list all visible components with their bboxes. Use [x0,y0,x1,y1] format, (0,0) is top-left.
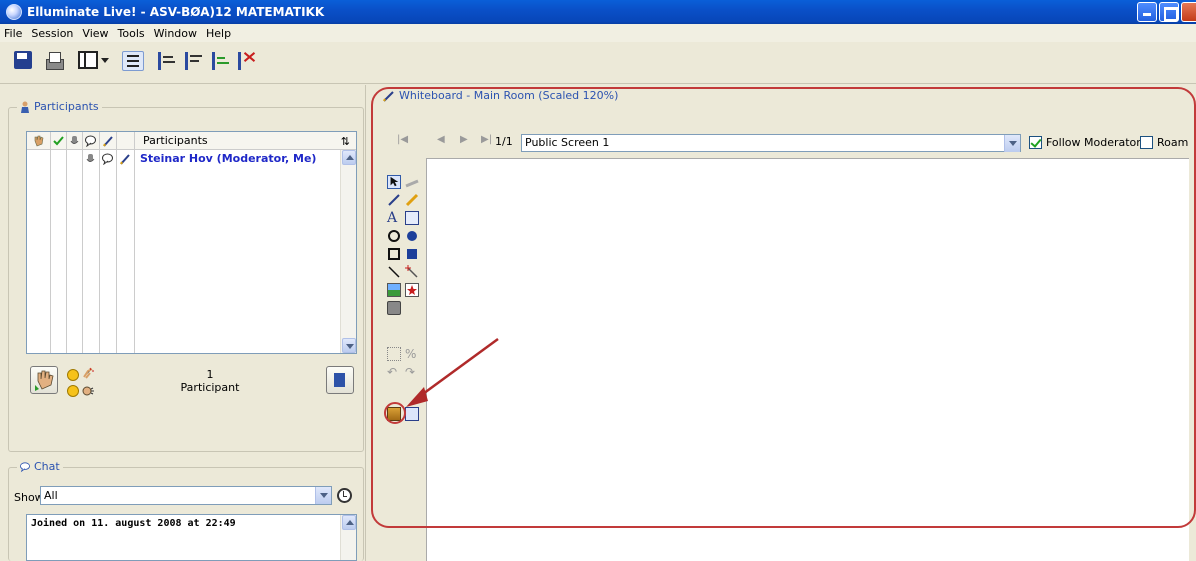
whiteboard-pen-icon [383,90,394,102]
selector-tool-icon[interactable] [387,175,401,189]
menu-session[interactable]: Session [31,27,73,40]
revoke-privileges-icon[interactable] [238,52,256,70]
raise-hand-column-icon[interactable] [33,135,44,147]
menu-bar: File Session View Tools Window Help [0,24,1196,42]
highlighter-tool-icon[interactable] [405,193,419,207]
redo-tool-icon[interactable]: ↷ [405,365,419,379]
participant-list-view-icon[interactable] [122,51,144,71]
whiteboard-pane: Whiteboard - Main Room (Scaled 120%) |◀ … [367,85,1196,561]
menu-file[interactable]: File [4,27,22,40]
status-column-icon[interactable] [53,135,64,147]
menu-window[interactable]: Window [154,27,197,40]
roam-label[interactable]: Roam [1157,136,1188,149]
applause-icon[interactable] [82,367,94,379]
line-tool-icon[interactable] [387,265,401,279]
participants-column-header[interactable]: Participants [143,134,208,147]
chat-scrollbar[interactable] [340,515,356,560]
previous-page-icon[interactable]: ◀ [437,134,445,145]
print-icon[interactable] [44,51,64,70]
participant-list-header: Participants ⇅ [27,132,356,150]
raise-hand-icon [35,370,54,391]
participant-list-scrollbar[interactable] [340,150,356,353]
menu-tools[interactable]: Tools [118,27,145,40]
participant-name[interactable]: Steinar Hov (Moderator, Me) [140,152,316,165]
screen-capture-tool-icon[interactable] [387,301,401,315]
pen-tool-icon[interactable] [387,193,401,207]
pen-icon [120,154,130,165]
confused-emoticon-icon[interactable] [67,385,79,397]
smile-emoticon-icon[interactable] [67,369,79,381]
clip-art-tool-icon[interactable] [405,283,419,297]
page-indicator: 1/1 [495,135,513,148]
layout-dropdown-icon[interactable] [101,58,109,63]
microphone-icon [86,154,95,162]
group-tool-icon[interactable] [387,347,401,361]
menu-help[interactable]: Help [206,27,231,40]
follow-moderator-checkbox[interactable] [1029,136,1042,149]
image-tool-icon[interactable] [387,283,401,297]
filled-oval-tool-icon[interactable] [405,229,419,243]
menu-view[interactable]: View [82,27,108,40]
title-bar: Elluminate Live! - ASV-BØA)12 MATEMATIKK [0,0,1196,24]
close-button[interactable] [1181,2,1196,22]
exit-session-button[interactable] [326,366,354,394]
participant-list[interactable]: Participants ⇅ Steinar Hov (Moderator, M… [26,131,357,354]
grant-chat-icon[interactable] [158,52,176,70]
follow-moderator-label[interactable]: Follow Moderator [1046,136,1141,149]
filled-rectangle-tool-icon[interactable] [405,247,419,261]
screen-dropdown-icon[interactable] [1004,135,1020,152]
layout-icon[interactable] [78,51,98,69]
magic-wand-tool-icon[interactable] [405,265,419,279]
participant-count-label: Participant [180,381,240,394]
speak-icon[interactable] [82,385,94,397]
sort-icon[interactable]: ⇅ [341,135,350,148]
minimize-button[interactable] [1137,2,1157,22]
line-eraser-tool-icon[interactable] [405,176,419,190]
participants-icon [21,101,29,113]
clock-icon[interactable] [337,488,352,503]
chat-legend-icon [20,461,30,472]
undo-tool-icon[interactable]: ↶ [387,365,401,379]
save-icon[interactable] [14,51,32,69]
oval-tool-icon[interactable] [387,229,401,243]
grant-whiteboard-icon[interactable] [212,52,230,70]
chevron-down-icon[interactable] [315,487,331,504]
window-title: Elluminate Live! - ASV-BØA)12 MATEMATIKK [27,5,325,19]
toolbar [0,42,1196,84]
chat-legend: Chat [34,460,60,473]
whiteboard-canvas[interactable] [426,158,1189,561]
screen-select-value: Public Screen 1 [525,136,610,149]
left-pane: Participants Participants ⇅ Steinar Hov … [0,85,366,561]
ungroup-tool-icon[interactable]: % [405,347,419,361]
chat-filter-value: All [44,489,58,502]
chat-message: Joined on 11. august 2008 at 22:49 [31,518,236,529]
scroll-down-button[interactable] [342,338,356,353]
chat-scroll-up-button[interactable] [342,515,356,530]
text-box-tool-icon[interactable] [405,211,419,225]
screen-select[interactable]: Public Screen 1 [521,134,1021,152]
scroll-up-button[interactable] [342,150,356,165]
grant-audio-icon[interactable] [185,52,203,70]
roam-checkbox[interactable] [1140,136,1153,149]
maximize-button[interactable] [1159,2,1179,22]
chat-message-area[interactable]: Joined on 11. august 2008 at 22:49 [26,514,357,561]
audio-column-icon[interactable] [69,135,80,147]
raise-hand-button[interactable] [30,366,58,394]
chat-icon [102,153,113,165]
text-tool-icon[interactable]: A [387,211,401,225]
rectangle-tool-icon[interactable] [387,247,401,261]
chat-column-icon[interactable] [85,135,96,147]
elluminate-logo-icon [6,4,22,20]
participant-count: 1 [206,368,214,381]
open-file-tool-icon[interactable] [387,407,401,421]
export-tool-icon[interactable] [405,407,419,421]
whiteboard-legend: Whiteboard - Main Room (Scaled 120%) [399,89,619,102]
chat-filter-select[interactable]: All [40,486,332,505]
whiteboard-column-icon[interactable] [103,135,114,147]
last-page-icon[interactable]: ▶| [481,134,492,145]
participants-legend: Participants [34,100,99,113]
first-page-icon[interactable]: |◀ [397,134,408,145]
next-page-icon[interactable]: ▶ [460,134,468,145]
